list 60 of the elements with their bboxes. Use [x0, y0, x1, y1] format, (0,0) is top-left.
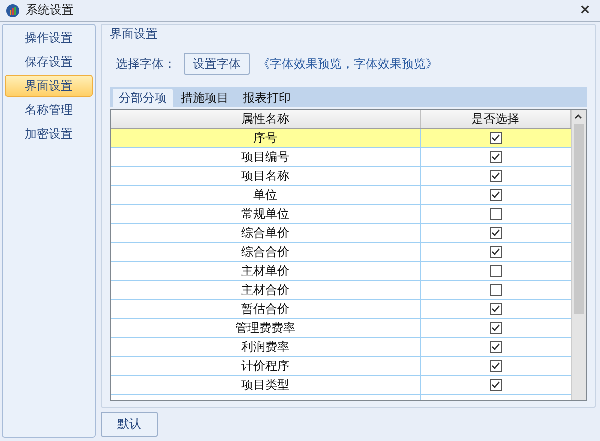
checkbox[interactable]: [490, 360, 502, 372]
group-title: 界面设置: [110, 26, 158, 43]
checkbox[interactable]: [490, 246, 502, 258]
sidebar-item[interactable]: 名称管理: [5, 99, 93, 121]
window-title: 系统设置: [26, 2, 75, 19]
table-cell: 项目编号: [111, 148, 421, 166]
table-cell: 管理费费率: [111, 319, 421, 337]
app-logo-icon: [6, 4, 20, 18]
sidebar-item[interactable]: 界面设置: [5, 75, 93, 97]
scrollbar[interactable]: [571, 110, 586, 400]
table-cell: 主材合价: [111, 281, 421, 299]
default-button[interactable]: 默认: [101, 412, 158, 437]
table-row[interactable]: 暂估合价: [111, 300, 571, 319]
checkbox[interactable]: [490, 303, 502, 315]
table-row[interactable]: 管理费费率: [111, 319, 571, 338]
tab[interactable]: 分部分项: [113, 89, 173, 107]
table-row[interactable]: 项目编号: [111, 148, 571, 167]
table-row[interactable]: 利润费率: [111, 338, 571, 357]
font-preview: 《字体效果预览，字体效果预览》: [258, 56, 438, 72]
table-cell: 项目名称: [111, 167, 421, 185]
table-row[interactable]: 计价程序: [111, 357, 571, 376]
table-cell: 综合单价: [111, 224, 421, 242]
tab[interactable]: 措施项目: [175, 89, 235, 107]
checkbox[interactable]: [490, 170, 502, 182]
tab[interactable]: 报表打印: [237, 89, 297, 107]
table-row[interactable]: 主材合价: [111, 281, 571, 300]
table-cell: 常规单位: [111, 205, 421, 223]
checkbox[interactable]: [490, 227, 502, 239]
checkbox[interactable]: [490, 379, 502, 391]
table-row[interactable]: 单位: [111, 186, 571, 205]
checkbox[interactable]: [490, 322, 502, 334]
table-cell: 主材单价: [111, 262, 421, 280]
table-cell: 项目类型: [111, 376, 421, 394]
checkbox[interactable]: [490, 132, 502, 144]
table-cell: 综合合价: [111, 243, 421, 261]
checkbox[interactable]: [490, 189, 502, 201]
table-row[interactable]: 序号: [111, 129, 571, 148]
checkbox[interactable]: [490, 208, 502, 220]
table-cell: 序号: [111, 129, 421, 147]
sidebar-item[interactable]: 加密设置: [5, 123, 93, 145]
checkbox[interactable]: [490, 265, 502, 277]
sidebar-item[interactable]: 保存设置: [5, 51, 93, 73]
sidebar-item[interactable]: 操作设置: [5, 27, 93, 49]
table-cell: 单位: [111, 186, 421, 204]
table-cell: 暂估合价: [111, 300, 421, 318]
checkbox[interactable]: [490, 151, 502, 163]
table-row[interactable]: 综合单价: [111, 224, 571, 243]
close-button[interactable]: ×: [576, 2, 594, 20]
font-label: 选择字体：: [116, 56, 176, 72]
table-row[interactable]: 项目类型: [111, 376, 571, 395]
table-row[interactable]: 项目名称: [111, 167, 571, 186]
column-header: 属性名称: [111, 110, 421, 128]
table-cell: 利润费率: [111, 338, 421, 356]
set-font-button[interactable]: 设置字体: [184, 53, 250, 75]
table-row[interactable]: 综合合价: [111, 243, 571, 262]
table-row[interactable]: 常规单位: [111, 205, 571, 224]
checkbox[interactable]: [490, 284, 502, 296]
table-cell: 计价程序: [111, 357, 421, 375]
checkbox[interactable]: [490, 341, 502, 353]
table-row[interactable]: 主材单价: [111, 262, 571, 281]
